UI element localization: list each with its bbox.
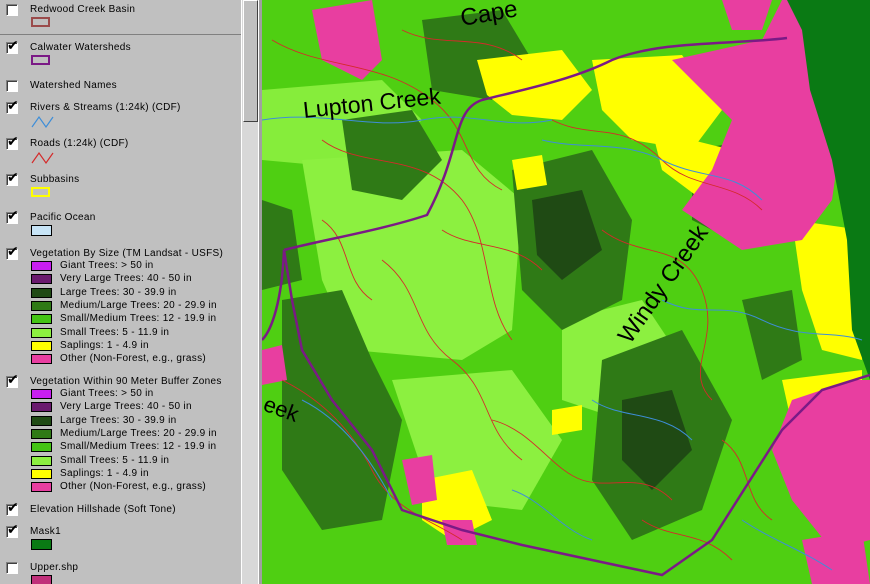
class-color-swatch (31, 428, 52, 439)
layer-name: Elevation Hillshade (Soft Tone) (30, 504, 176, 515)
legend-class-row: Medium/Large Trees: 20 - 29.9 in (0, 300, 241, 313)
class-label: Saplings: 1 - 4.9 in (60, 339, 149, 351)
class-label: Small/Medium Trees: 12 - 19.9 in (60, 313, 217, 325)
layer-name: Redwood Creek Basin (30, 4, 136, 15)
legend-class-row: Giant Trees: > 50 in (0, 388, 241, 401)
pacific-ocean-symbol (31, 225, 52, 236)
class-label: Other (Non-Forest, e.g., grass) (60, 481, 207, 493)
checkmark-icon: ✔ (7, 244, 19, 260)
map-canvas[interactable]: Lupton Creek Windy Creek Cape eek (262, 0, 870, 584)
layer-name: Vegetation By Size (TM Landsat - USFS) (30, 248, 224, 259)
scrollbar-thumb[interactable] (243, 0, 258, 122)
calwater-watersheds-symbol (31, 55, 50, 65)
checkmark-icon: ✔ (7, 38, 19, 54)
class-color-swatch (31, 442, 52, 453)
class-label: Small/Medium Trees: 12 - 19.9 in (60, 441, 217, 453)
legend-class-row: Very Large Trees: 40 - 50 in (0, 273, 241, 286)
class-color-swatch (31, 415, 52, 426)
layer-name: Mask1 (30, 526, 61, 537)
class-label: Small Trees: 5 - 11.9 in (60, 326, 170, 338)
legend-class-row: Large Trees: 30 - 39.9 in (0, 415, 241, 428)
legend-class-row: Small/Medium Trees: 12 - 19.9 in (0, 441, 241, 454)
class-color-swatch (31, 274, 52, 285)
layer-name: Watershed Names (30, 80, 117, 91)
layer-visibility-checkbox[interactable]: ✔ (6, 500, 19, 516)
layer-visibility-checkbox[interactable]: ✔ (6, 98, 19, 114)
class-label: Very Large Trees: 40 - 50 in (60, 273, 192, 285)
layer-visibility-checkbox[interactable] (6, 4, 18, 16)
legend-class-row: Very Large Trees: 40 - 50 in (0, 401, 241, 414)
layer-name: Roads (1:24k) (CDF) (30, 138, 129, 149)
legend-class-row: Saplings: 1 - 4.9 in (0, 340, 241, 353)
class-color-swatch (31, 455, 52, 466)
class-label: Very Large Trees: 40 - 50 in (60, 401, 192, 413)
class-color-swatch (31, 482, 52, 493)
map-view[interactable]: Lupton Creek Windy Creek Cape eek (262, 0, 870, 584)
layer-visibility-checkbox[interactable]: ✔ (6, 38, 19, 54)
upper-shp-symbol (31, 575, 52, 584)
table-of-contents-panel: Redwood Creek Basin ✔ Calwater Watersheds W… (0, 0, 241, 584)
class-color-swatch (31, 468, 52, 479)
legend-class-row: Other (Non-Forest, e.g., grass) (0, 353, 241, 366)
class-color-swatch (31, 340, 52, 351)
layer-name: Subbasins (30, 174, 80, 185)
class-color-swatch (31, 300, 52, 311)
class-label: Medium/Large Trees: 20 - 29.9 in (60, 299, 217, 311)
layer-visibility-checkbox[interactable]: ✔ (6, 244, 19, 260)
roads-1-24k-cdf-symbol (31, 151, 55, 168)
class-color-swatch (31, 327, 52, 338)
layer-visibility-checkbox[interactable]: ✔ (6, 134, 19, 150)
checkmark-icon: ✔ (7, 98, 19, 114)
layer-name: Pacific Ocean (30, 212, 96, 223)
legend-class-row: Large Trees: 30 - 39.9 in (0, 287, 241, 300)
class-label: Small Trees: 5 - 11.9 in (60, 454, 170, 466)
checkmark-icon: ✔ (7, 372, 19, 388)
class-color-swatch (31, 354, 52, 365)
legend-class-row: Small Trees: 5 - 11.9 in (0, 455, 241, 468)
class-color-swatch (31, 261, 52, 271)
layer-name: Upper.shp (30, 562, 79, 573)
layer-visibility-checkbox[interactable]: ✔ (6, 372, 19, 388)
class-label: Medium/Large Trees: 20 - 29.9 in (60, 427, 217, 439)
class-color-swatch (31, 314, 52, 325)
legend-class-row: Saplings: 1 - 4.9 in (0, 468, 241, 481)
vegetation-layer (262, 0, 870, 584)
class-label: Large Trees: 30 - 39.9 in (60, 414, 177, 426)
class-label: Other (Non-Forest, e.g., grass) (60, 353, 207, 365)
checkmark-icon: ✔ (7, 170, 19, 186)
redwood-creek-basin-symbol (31, 17, 50, 27)
mask1-symbol (31, 539, 52, 550)
class-label: Large Trees: 30 - 39.9 in (60, 286, 177, 298)
legend-class-row: Small Trees: 5 - 11.9 in (0, 327, 241, 340)
class-label: Giant Trees: > 50 in (60, 260, 154, 271)
layer-visibility-checkbox[interactable]: ✔ (6, 170, 19, 186)
checkmark-icon: ✔ (7, 208, 19, 224)
layer-name: Calwater Watersheds (30, 42, 131, 53)
class-color-swatch (31, 287, 52, 298)
legend-scrollbar[interactable] (241, 0, 258, 584)
layer-name: Vegetation Within 90 Meter Buffer Zones (30, 376, 222, 387)
checkmark-icon: ✔ (7, 500, 19, 516)
legend-class-row: Giant Trees: > 50 in (0, 260, 241, 273)
rivers-streams-1-24k-cdf-symbol (31, 115, 55, 132)
layer-visibility-checkbox[interactable]: ✔ (6, 522, 19, 538)
legend-class-row: Small/Medium Trees: 12 - 19.9 in (0, 313, 241, 326)
layer-visibility-checkbox[interactable] (6, 80, 18, 92)
checkmark-icon: ✔ (7, 522, 19, 538)
class-label: Saplings: 1 - 4.9 in (60, 467, 149, 479)
layer-name: Rivers & Streams (1:24k) (CDF) (30, 102, 181, 113)
checkmark-icon: ✔ (7, 134, 19, 150)
class-label: Giant Trees: > 50 in (60, 388, 154, 399)
legend-class-row: Medium/Large Trees: 20 - 29.9 in (0, 428, 241, 441)
class-color-swatch (31, 389, 52, 399)
class-color-swatch (31, 402, 52, 413)
layer-visibility-checkbox[interactable]: ✔ (6, 208, 19, 224)
legend-divider (0, 34, 241, 35)
subbasins-symbol (31, 187, 50, 197)
legend-class-row: Other (Non-Forest, e.g., grass) (0, 481, 241, 494)
layer-visibility-checkbox[interactable] (6, 562, 18, 574)
